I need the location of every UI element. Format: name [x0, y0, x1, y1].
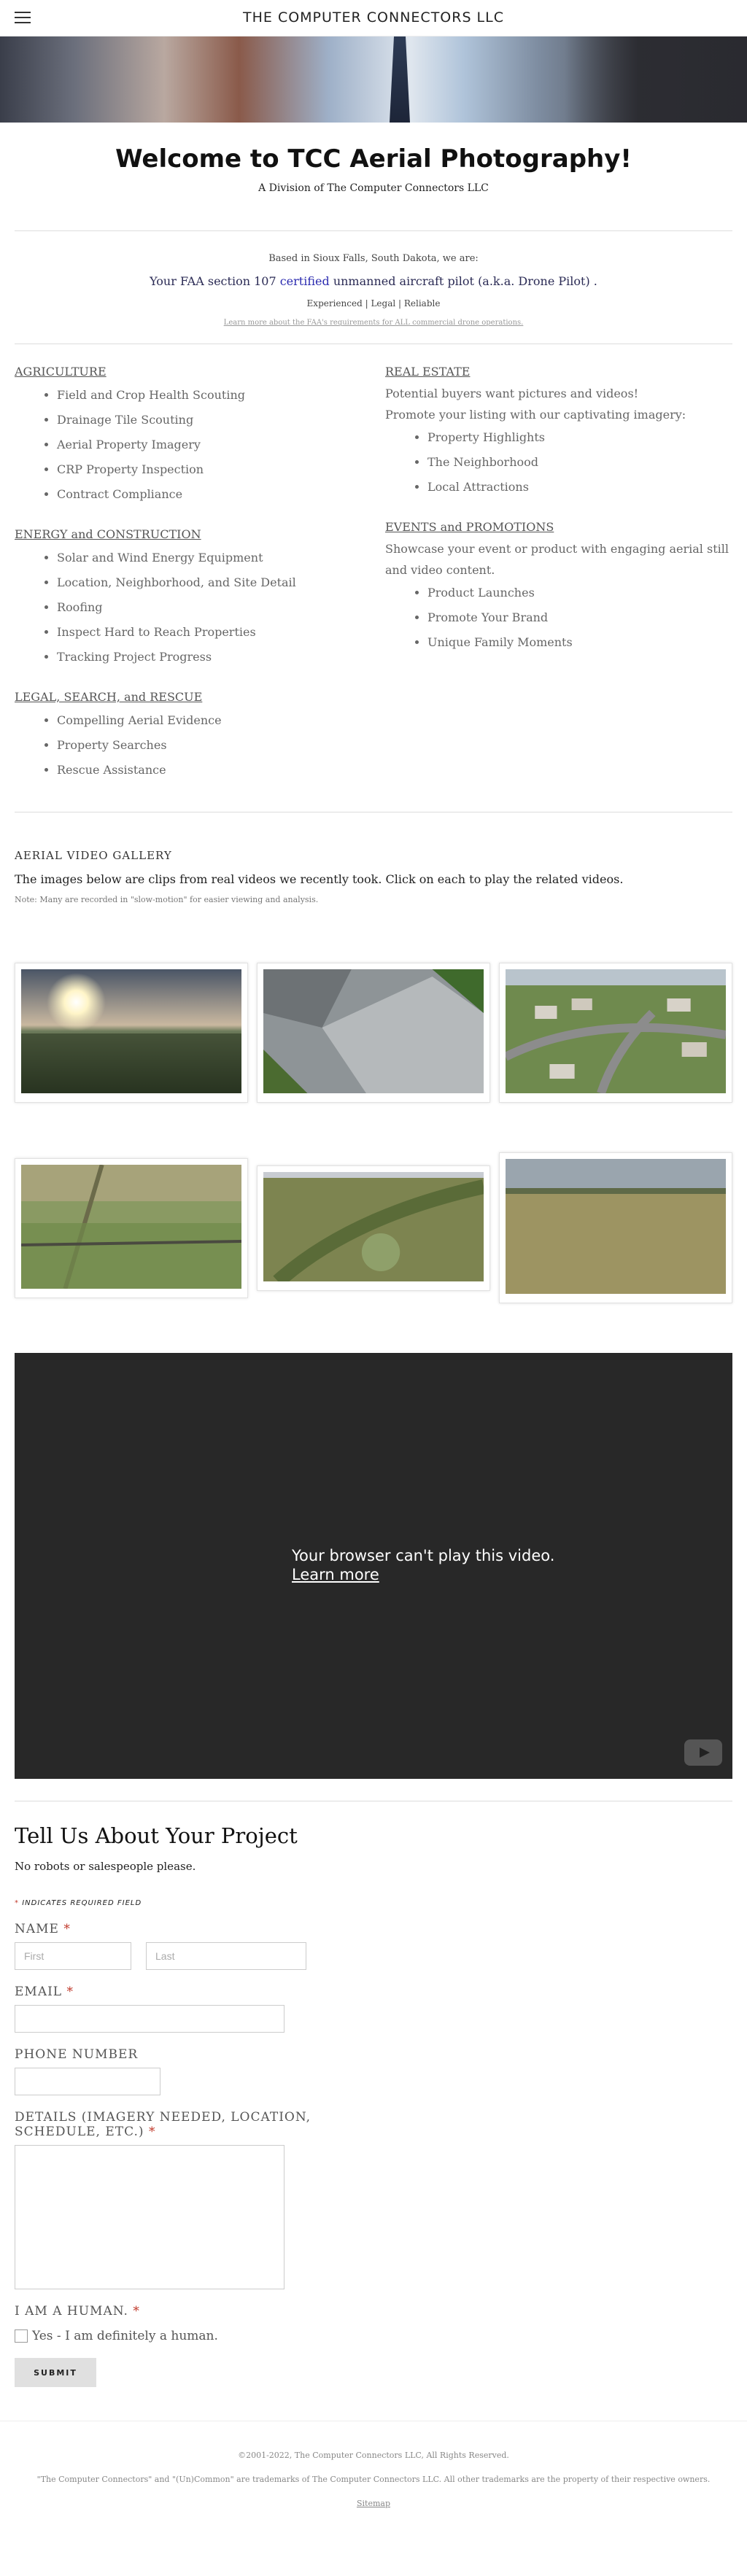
- list-item: Contract Compliance: [57, 482, 385, 507]
- footer: ©2001-2022, The Computer Connectors LLC,…: [0, 2421, 747, 2531]
- list-item: Inspect Hard to Reach Properties: [57, 620, 385, 645]
- faa-learn-more-link[interactable]: Learn more about the FAA's requirements …: [224, 319, 524, 327]
- name-label: NAME *: [15, 1922, 71, 1936]
- category-text: Potential buyers want pictures and video…: [385, 387, 639, 400]
- details-textarea[interactable]: [15, 2145, 285, 2289]
- checkbox-box[interactable]: [15, 2329, 28, 2343]
- category-text: Showcase your event or product with enga…: [385, 542, 729, 577]
- video-thumbnail-neighborhood[interactable]: [499, 963, 732, 1103]
- welcome-section: Welcome to TCC Aerial Photography! A Div…: [0, 144, 747, 194]
- category-energy: ENERGY and CONSTRUCTION Solar and Wind E…: [15, 527, 385, 670]
- email-field[interactable]: [15, 2005, 285, 2033]
- video-thumbnail-drainage[interactable]: [257, 1165, 490, 1291]
- list-item: Roofing: [57, 595, 385, 620]
- first-name-field[interactable]: First: [15, 1942, 131, 1970]
- list-item: Rescue Assistance: [57, 758, 385, 783]
- details-label: DETAILS (IMAGERY NEEDED, LOCATION, SCHED…: [15, 2110, 311, 2139]
- contact-form: Tell Us About Your Project No robots or …: [0, 1823, 747, 2387]
- page-subtitle: A Division of The Computer Connectors LL…: [258, 182, 489, 194]
- gallery-heading: AERIAL VIDEO GALLERY: [15, 849, 172, 862]
- video-thumbnail-field[interactable]: [499, 1152, 732, 1303]
- list-item: Drainage Tile Scouting: [57, 408, 385, 432]
- category-title[interactable]: EVENTS and PROMOTIONS: [385, 520, 732, 534]
- location-text: Based in Sioux Falls, South Dakota, we a…: [268, 253, 479, 264]
- gallery-header: AERIAL VIDEO GALLERY The images below ar…: [0, 849, 747, 904]
- video-thumbnail-grid: [0, 963, 747, 1303]
- human-label: I AM A HUMAN. *: [15, 2304, 140, 2319]
- intro-section: Based in Sioux Falls, South Dakota, we a…: [0, 253, 747, 327]
- video-player[interactable]: Your browser can't play this video. Lear…: [15, 1353, 732, 1779]
- category-title[interactable]: LEGAL, SEARCH, and RESCUE: [15, 690, 385, 704]
- last-name-field[interactable]: Last: [146, 1942, 306, 1970]
- top-bar: THE COMPUTER CONNECTORS LLC: [0, 0, 747, 36]
- copyright-text: ©2001-2022, The Computer Connectors LLC,…: [238, 2451, 509, 2460]
- list-item: Property Highlights: [427, 425, 732, 450]
- page-title: Welcome to TCC Aerial Photography!: [115, 144, 632, 174]
- list-item: The Neighborhood: [427, 450, 732, 475]
- list-item: Solar and Wind Energy Equipment: [57, 546, 385, 570]
- checkbox-label: Yes - I am definitely a human.: [32, 2329, 218, 2343]
- list-item: Compelling Aerial Evidence: [57, 708, 385, 733]
- submit-button[interactable]: SUBMIT: [15, 2358, 96, 2387]
- video-thumbnail-roof[interactable]: [257, 963, 490, 1103]
- list-item: Product Launches: [427, 581, 732, 605]
- category-events: EVENTS and PROMOTIONS Showcase your even…: [385, 520, 732, 655]
- list-item: Aerial Property Imagery: [57, 432, 385, 457]
- list-item: Property Searches: [57, 733, 385, 758]
- video-thumbnail-sunset[interactable]: [15, 963, 248, 1103]
- category-realestate: REAL ESTATE Potential buyers want pictur…: [385, 365, 732, 500]
- faa-statement: Your FAA section 107 certified unmanned …: [150, 274, 597, 288]
- video-learn-more-link[interactable]: Learn more: [292, 1565, 554, 1584]
- list-item: CRP Property Inspection: [57, 457, 385, 482]
- video-error-message: Your browser can't play this video. Lear…: [292, 1547, 555, 1584]
- services-section: AGRICULTURE Field and Crop Health Scouti…: [0, 365, 747, 783]
- form-note: No robots or salespeople please.: [15, 1860, 196, 1873]
- video-thumbnail-cornfield[interactable]: [15, 1157, 248, 1298]
- phone-field[interactable]: [15, 2068, 160, 2095]
- site-title[interactable]: THE COMPUTER CONNECTORS LLC: [0, 9, 747, 26]
- list-item: Tracking Project Progress: [57, 645, 385, 670]
- list-item: Local Attractions: [427, 475, 732, 500]
- list-item: Unique Family Moments: [427, 630, 732, 655]
- services-left-column: AGRICULTURE Field and Crop Health Scouti…: [15, 365, 385, 783]
- category-title[interactable]: ENERGY and CONSTRUCTION: [15, 527, 385, 541]
- phone-label: PHONE NUMBER: [15, 2047, 139, 2062]
- category-agriculture: AGRICULTURE Field and Crop Health Scouti…: [15, 365, 385, 507]
- category-title[interactable]: AGRICULTURE: [15, 365, 385, 379]
- email-label: EMAIL *: [15, 1985, 74, 1999]
- gallery-lead: The images below are clips from real vid…: [15, 872, 624, 886]
- certified-link[interactable]: certified: [280, 274, 330, 288]
- gallery-note: Note: Many are recorded in "slow-motion"…: [15, 895, 319, 904]
- trademark-text: "The Computer Connectors" and "(Un)Commo…: [36, 2475, 711, 2484]
- sitemap-link[interactable]: Sitemap: [357, 2499, 390, 2508]
- list-item: Promote Your Brand: [427, 605, 732, 630]
- youtube-logo-icon[interactable]: [684, 1739, 722, 1766]
- category-text: Promote your listing with our captivatin…: [385, 408, 686, 422]
- form-title: Tell Us About Your Project: [15, 1823, 298, 1848]
- divider: [15, 230, 732, 231]
- required-note: * INDICATES REQUIRED FIELD: [15, 1899, 142, 1907]
- list-item: Field and Crop Health Scouting: [57, 383, 385, 408]
- category-legal: LEGAL, SEARCH, and RESCUE Compelling Aer…: [15, 690, 385, 783]
- services-right-column: REAL ESTATE Potential buyers want pictur…: [385, 365, 732, 783]
- tagline: Experienced | Legal | Reliable: [306, 298, 441, 309]
- list-item: Location, Neighborhood, and Site Detail: [57, 570, 385, 595]
- category-title[interactable]: REAL ESTATE: [385, 365, 732, 379]
- hero-banner-image: [0, 36, 747, 123]
- human-checkbox[interactable]: Yes - I am definitely a human.: [15, 2329, 732, 2343]
